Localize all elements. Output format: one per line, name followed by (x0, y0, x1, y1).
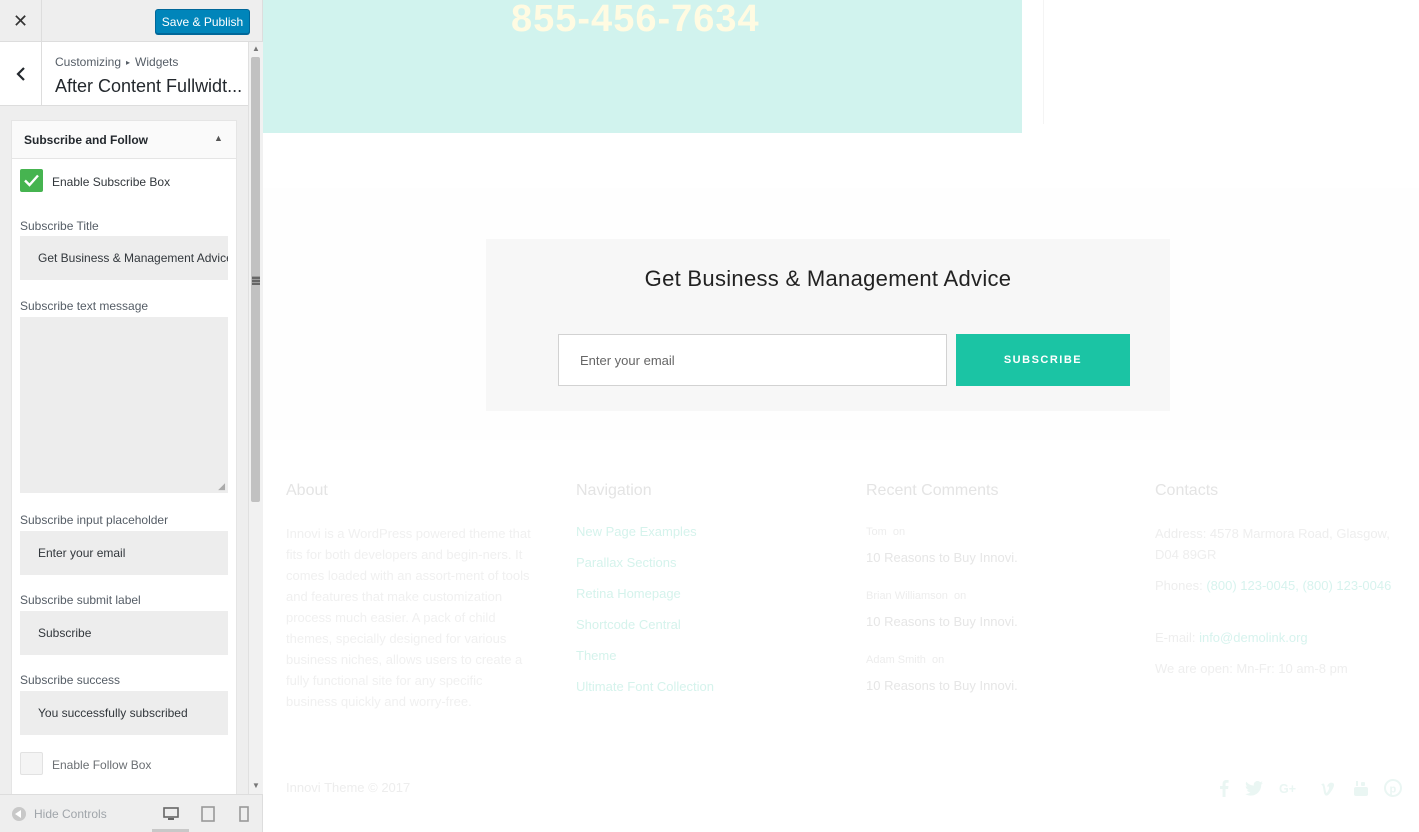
comment-meta: Brian Williamson on (866, 590, 966, 602)
scrollbar-thumb[interactable]: ▬ ▬ ▬ (251, 57, 260, 502)
nav-link-theme[interactable]: Theme (576, 648, 616, 663)
comment-on: on (932, 654, 945, 666)
resize-handle-icon[interactable]: ◢ (218, 481, 225, 492)
chevron-left-icon (15, 66, 25, 81)
pinterest-icon[interactable]: p (1383, 778, 1403, 798)
comment-post-link[interactable]: 10 Reasons to Buy Innovi. (866, 614, 1018, 629)
comment-post-link[interactable]: 10 Reasons to Buy Innovi. (866, 550, 1018, 565)
mobile-icon (239, 806, 249, 822)
contact-address: Address: 4578 Marmora Road, Glasgow, D04… (1155, 526, 1390, 562)
checkmark-icon (24, 174, 39, 187)
subscribe-text-textarea[interactable]: ◢ (20, 317, 228, 493)
navigation-heading: Navigation (576, 482, 652, 499)
contact-hours: We are open: Mn-Fr: 10 am-8 pm (1155, 661, 1348, 676)
comment-meta: Tom on (866, 526, 905, 538)
about-text: Innovi is a WordPress powered theme that… (286, 526, 531, 709)
collapse-circle-icon (12, 807, 26, 821)
subscribe-text-label: Subscribe text message (20, 299, 149, 313)
subscribe-success-input[interactable]: You successfully subscribed (20, 691, 228, 735)
phones-link[interactable]: (800) 123-0045, (800) 123-0046 (1206, 578, 1391, 593)
nav-link-parallax-sections[interactable]: Parallax Sections (576, 555, 676, 570)
subscribe-button[interactable]: SUBSCRIBE (956, 334, 1130, 386)
comment-author[interactable]: Brian Williamson (866, 590, 948, 602)
site-preview: 855-456-7634 Get Business & Management A… (263, 0, 1419, 832)
facebook-icon[interactable] (1214, 778, 1234, 798)
about-heading: About (286, 482, 328, 499)
close-customizer-button[interactable]: ✕ (0, 0, 42, 42)
grip-icon: ▬ ▬ ▬ (252, 272, 260, 287)
svg-text:G+: G+ (1279, 782, 1296, 796)
breadcrumb-separator-icon: ▸ (126, 58, 131, 67)
phone-banner: 855-456-7634 (263, 0, 1022, 133)
comment-author[interactable]: Adam Smith (866, 654, 926, 666)
collapse-arrow-icon[interactable]: ▲ (214, 133, 223, 143)
phone-number: 855-456-7634 (511, 0, 760, 40)
subscribe-success-label: Subscribe success (20, 673, 121, 687)
widget-header[interactable]: Subscribe and Follow ▲ (12, 121, 236, 159)
customizer-header: ✕ Save & Publish (0, 0, 262, 42)
subscribe-title-input[interactable]: Get Business & Management Advice (20, 236, 228, 280)
recent-comments-heading: Recent Comments (866, 482, 999, 499)
subscribe-submit-label-input[interactable]: Subscribe (20, 611, 228, 655)
subscribe-heading: Get Business & Management Advice (644, 266, 1012, 291)
subscribe-placeholder-label: Subscribe input placeholder (20, 513, 169, 527)
section-title: After Content Fullwidt... (55, 76, 243, 96)
email-input[interactable]: Enter your email (558, 334, 947, 386)
preview-tablet-button[interactable] (198, 805, 218, 823)
subscribe-follow-widget: Subscribe and Follow ▲ Enable Subscribe … (11, 120, 237, 800)
tablet-icon (201, 806, 215, 822)
subscribe-box: Get Business & Management Advice Enter y… (486, 239, 1170, 411)
email-link[interactable]: info@demolink.org (1199, 630, 1308, 645)
divider (1043, 0, 1044, 124)
contact-email: E-mail: info@demolink.org (1155, 627, 1403, 648)
section-header: Customizing ▸ Widgets After Content Fullwi… (0, 42, 248, 106)
nav-link-ultimate-font-collection[interactable]: Ultimate Font Collection (576, 679, 714, 694)
youtube-icon[interactable] (1351, 778, 1371, 798)
comment-on: on (954, 590, 967, 602)
preview-mobile-button[interactable] (234, 805, 254, 823)
google-plus-icon[interactable]: G+ (1279, 778, 1299, 798)
copyright: Innovi Theme © 2017 (286, 780, 411, 795)
nav-link-retina-homepage[interactable]: Retina Homepage (576, 586, 681, 601)
phones-label: Phones: (1155, 578, 1203, 593)
svg-text:p: p (1390, 784, 1397, 796)
close-icon: ✕ (12, 10, 29, 31)
breadcrumb-root: Customizing (55, 55, 122, 69)
back-button[interactable] (0, 42, 42, 105)
breadcrumb: Customizing ▸ Widgets (55, 55, 178, 69)
nav-link-shortcode-central[interactable]: Shortcode Central (576, 617, 681, 632)
comment-author[interactable]: Tom (866, 526, 887, 538)
desktop-icon (163, 807, 179, 820)
enable-subscribe-label: Enable Subscribe Box (52, 175, 171, 189)
email-label: E-mail: (1155, 630, 1196, 645)
hide-controls-button[interactable]: Hide Controls (12, 807, 107, 821)
sidebar-scrollbar[interactable]: ▲ ▬ ▬ ▬ ▼ (248, 42, 263, 794)
comment-meta: Adam Smith on (866, 654, 944, 666)
breadcrumb-section: Widgets (135, 55, 179, 69)
subscribe-submit-label-label: Subscribe submit label (20, 593, 141, 607)
save-publish-button[interactable]: Save & Publish (155, 9, 250, 34)
customizer-footer: Hide Controls (0, 794, 262, 832)
enable-follow-label: Enable Follow Box (52, 758, 152, 772)
scroll-up-arrow-icon[interactable]: ▲ (252, 44, 260, 53)
subscribe-placeholder-input[interactable]: Enter your email (20, 531, 228, 575)
twitter-icon[interactable] (1244, 778, 1264, 798)
enable-subscribe-checkbox[interactable] (20, 169, 43, 192)
widget-title: Subscribe and Follow (24, 133, 149, 147)
scroll-down-arrow-icon[interactable]: ▼ (252, 781, 260, 790)
comment-post-link[interactable]: 10 Reasons to Buy Innovi. (866, 678, 1018, 693)
customizer-sidebar: ✕ Save & Publish Customizing ▸ Widgets Aft… (0, 0, 263, 832)
hide-controls-label: Hide Controls (34, 807, 107, 821)
contacts-heading: Contacts (1155, 482, 1219, 499)
nav-link-new-page-examples[interactable]: New Page Examples (576, 524, 697, 539)
preview-desktop-button[interactable] (161, 805, 181, 823)
vimeo-icon[interactable] (1318, 778, 1338, 798)
enable-follow-checkbox[interactable] (20, 752, 43, 775)
comment-on: on (892, 526, 906, 538)
contact-phones: Phones: (800) 123-0045, (800) 123-0046 (1155, 575, 1403, 596)
subscribe-title-label: Subscribe Title (20, 219, 99, 233)
